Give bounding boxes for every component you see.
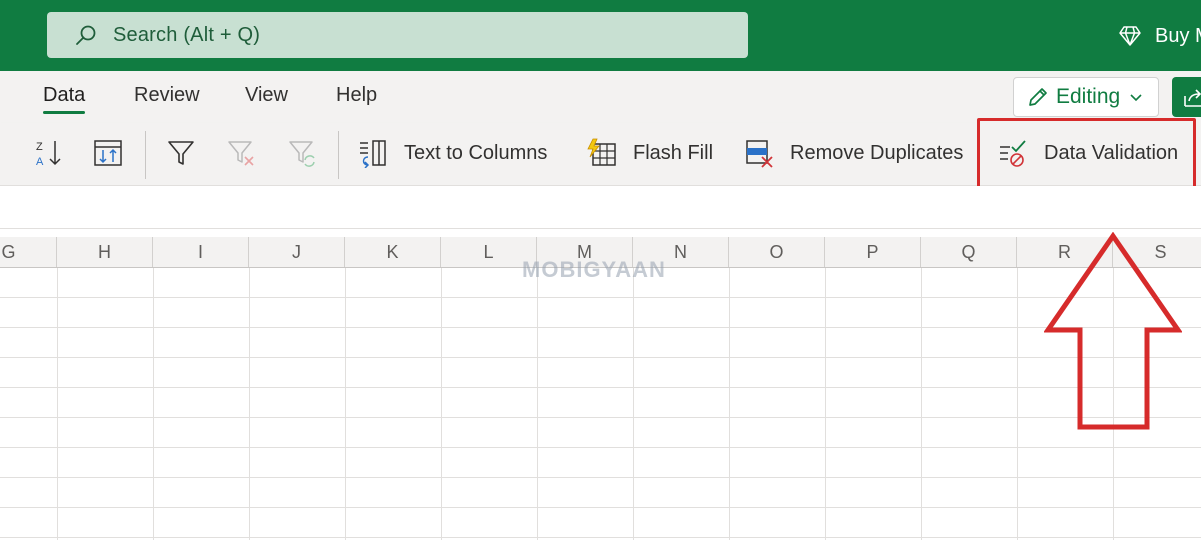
editing-label: Editing (1056, 85, 1121, 108)
text-to-columns-label: Text to Columns (404, 141, 548, 164)
tab-review[interactable]: Review (134, 84, 200, 107)
flash-fill-icon (587, 138, 616, 166)
pencil-icon (1029, 88, 1047, 106)
filter-icon (168, 141, 194, 165)
watermark: MOBIGYAAN (522, 257, 666, 282)
flash-fill-label: Flash Fill (633, 141, 714, 164)
title-bar: Search (Alt + Q) Buy M (0, 0, 1201, 71)
chevron-down-icon (1130, 94, 1142, 102)
flash-fill-button[interactable]: Flash Fill (587, 133, 713, 173)
remove-duplicates-icon (746, 140, 773, 168)
column-header[interactable]: Q (921, 237, 1017, 267)
remove-duplicates-label: Remove Duplicates (790, 141, 964, 164)
share-button[interactable] (1172, 77, 1201, 117)
search-box[interactable]: Search (Alt + Q) (47, 12, 748, 58)
column-header[interactable]: G (0, 237, 57, 267)
dot-icon (0, 138, 4, 168)
column-header[interactable]: I (153, 237, 249, 267)
buy-label: Buy M (1155, 24, 1201, 47)
cell-grid[interactable] (0, 268, 1201, 540)
filter-button[interactable] (166, 133, 196, 173)
highlight-box (977, 118, 1196, 190)
diamond-icon (1119, 26, 1141, 46)
remove-duplicates-button[interactable]: Remove Duplicates (744, 133, 963, 173)
clear-filter-button[interactable] (226, 133, 256, 173)
svg-text:A: A (36, 156, 44, 168)
reapply-filter-button[interactable] (287, 133, 317, 173)
ribbon-tabs: Data Review View Help Editing (0, 71, 1201, 123)
search-placeholder: Search (Alt + Q) (113, 23, 261, 46)
reapply-filter-icon (289, 141, 315, 167)
column-header[interactable]: K (345, 237, 441, 267)
sort-z-a-button[interactable]: Z A (34, 133, 64, 173)
column-header[interactable]: J (249, 237, 345, 267)
annotation-arrow (1044, 232, 1182, 430)
tab-view[interactable]: View (245, 84, 288, 107)
share-icon (1184, 89, 1201, 107)
ribbon-separator (338, 131, 339, 179)
sort-custom-button[interactable] (93, 133, 123, 173)
text-to-columns-icon (360, 140, 386, 168)
column-header[interactable]: H (57, 237, 153, 267)
svg-text:Z: Z (36, 141, 43, 153)
text-to-columns-button[interactable]: Text to Columns (358, 133, 547, 173)
custom-sort-icon (94, 140, 122, 166)
tab-help[interactable]: Help (336, 84, 377, 107)
sort-z-a-icon: Z A (36, 141, 61, 168)
buy-button[interactable]: Buy M (1118, 22, 1201, 50)
clear-filter-icon (228, 141, 254, 166)
search-icon (76, 25, 96, 45)
ribbon-edge-glyph (0, 133, 4, 173)
editing-mode-button[interactable]: Editing (1013, 77, 1159, 117)
column-header[interactable]: O (729, 237, 825, 267)
column-header[interactable]: P (825, 237, 921, 267)
tab-data[interactable]: Data (43, 84, 86, 114)
formula-bar[interactable] (0, 186, 1201, 229)
ribbon-separator (145, 131, 146, 179)
